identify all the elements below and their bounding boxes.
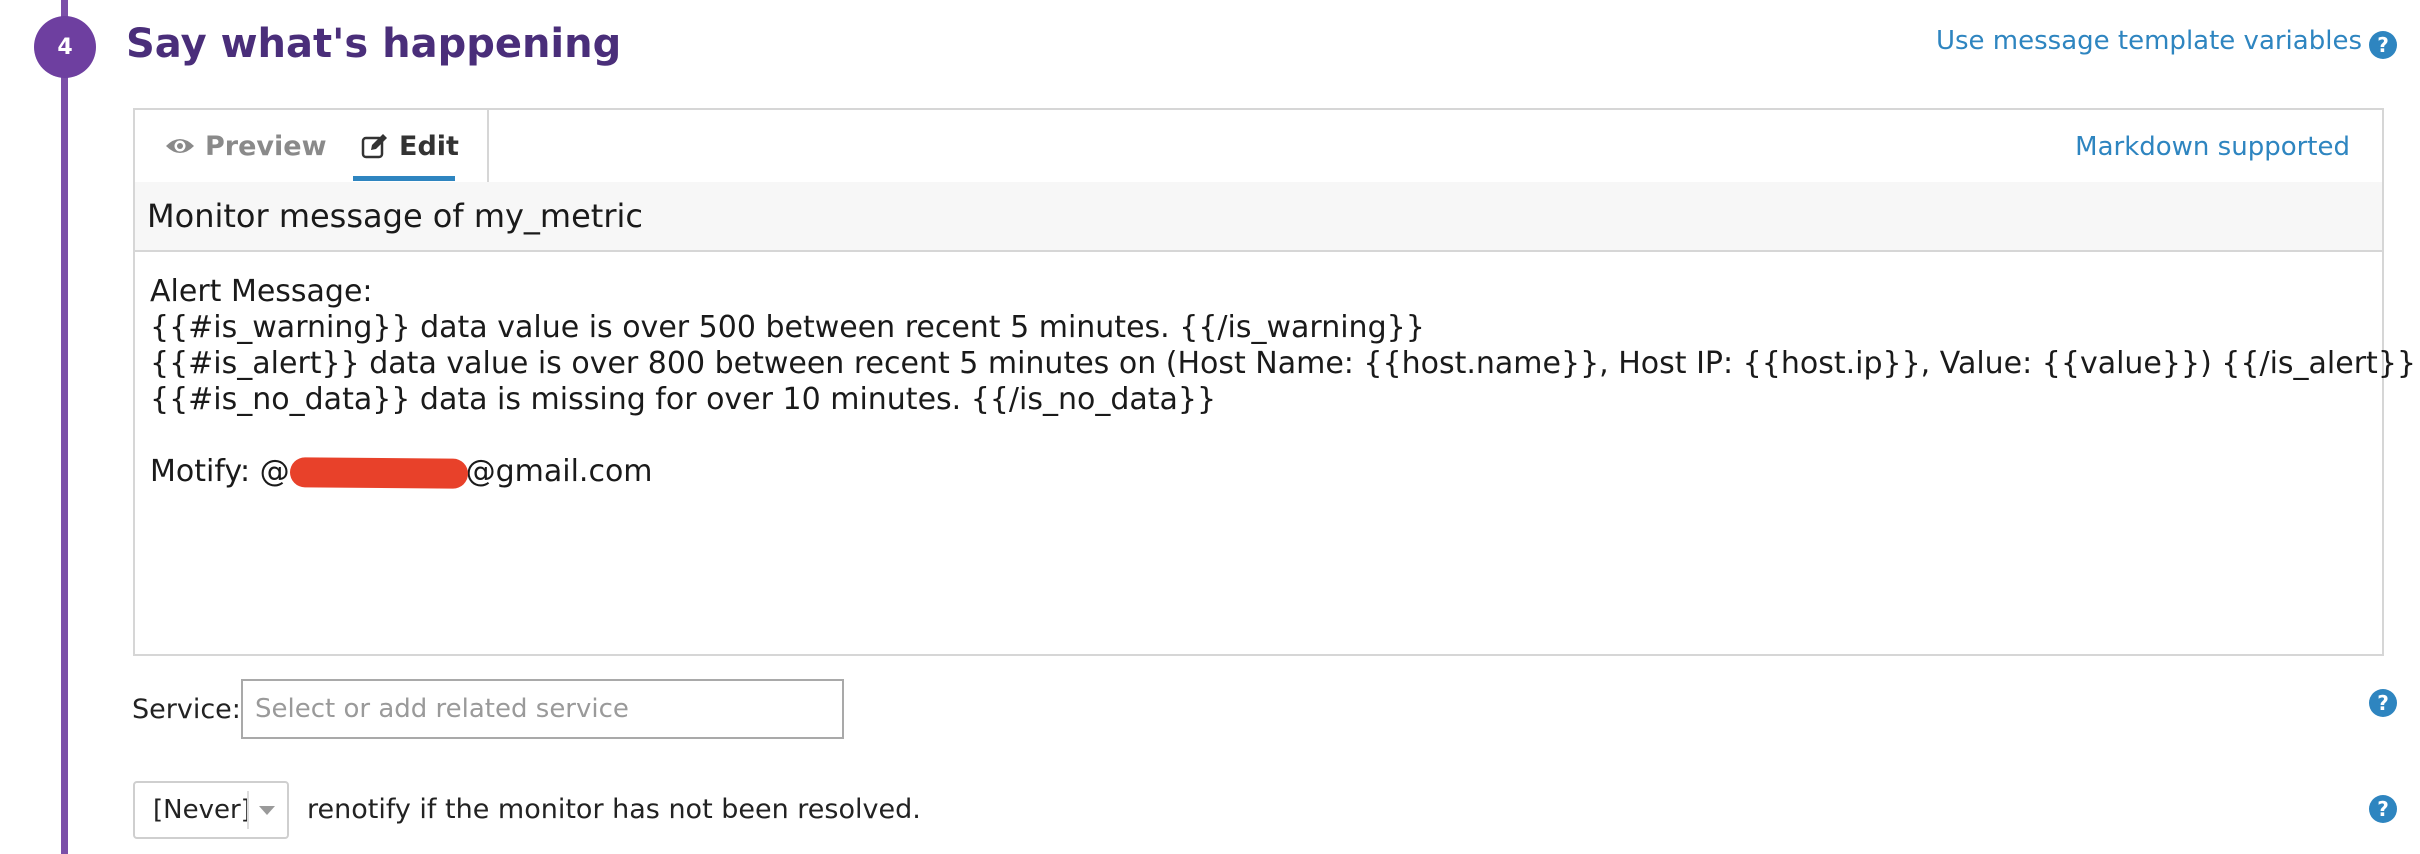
message-line: {{#is_warning}} data value is over 500 b… xyxy=(150,310,1425,345)
notify-line: Motify: @ @gmail.com xyxy=(150,454,2367,490)
active-tab-indicator xyxy=(353,176,455,181)
service-label: Service: xyxy=(132,694,241,725)
message-body-textarea[interactable]: Alert Message: {{#is_warning}} data valu… xyxy=(150,274,2416,644)
tab-preview[interactable]: Preview xyxy=(165,110,327,182)
message-line xyxy=(150,418,2367,454)
message-editor-panel: Preview Edit Markdown supported Monitor … xyxy=(133,108,2416,656)
notify-suffix: @gmail.com xyxy=(465,454,653,489)
step-rail xyxy=(61,0,68,854)
renotify-description: renotify if the monitor has not been res… xyxy=(307,794,921,825)
monitor-message-section: 4 Say what's happening Use message templ… xyxy=(0,0,2420,854)
markdown-supported-link[interactable]: Markdown supported xyxy=(2075,132,2350,162)
edit-icon xyxy=(361,133,389,159)
tab-preview-label: Preview xyxy=(205,130,327,162)
renotify-selected-value: [Never] xyxy=(153,795,251,825)
redaction-mark xyxy=(289,456,468,489)
help-icon[interactable]: ? xyxy=(2369,689,2397,717)
editor-tabs: Preview Edit Markdown supported xyxy=(135,110,2382,184)
service-input[interactable] xyxy=(241,679,844,739)
message-line: {{#is_alert}} data value is over 800 bet… xyxy=(150,346,2416,381)
help-icon[interactable]: ? xyxy=(2369,31,2397,59)
step-number-badge: 4 xyxy=(34,16,96,78)
help-icon[interactable]: ? xyxy=(2369,795,2397,823)
message-line: {{#is_no_data}} data is missing for over… xyxy=(150,382,1217,417)
chevron-down-icon xyxy=(259,806,275,815)
renotify-select[interactable]: [Never] xyxy=(133,781,289,839)
step-title: Say what's happening xyxy=(126,21,622,67)
tab-edit[interactable]: Edit xyxy=(345,110,489,182)
notify-prefix: Motify: @ xyxy=(150,454,290,489)
eye-icon xyxy=(165,136,195,156)
message-line: Alert Message: xyxy=(150,274,373,309)
template-variables-link[interactable]: Use message template variables xyxy=(1936,26,2362,56)
select-divider xyxy=(247,791,249,829)
message-title-input[interactable]: Monitor message of my_metric xyxy=(135,182,2382,252)
tab-edit-label: Edit xyxy=(399,130,459,162)
